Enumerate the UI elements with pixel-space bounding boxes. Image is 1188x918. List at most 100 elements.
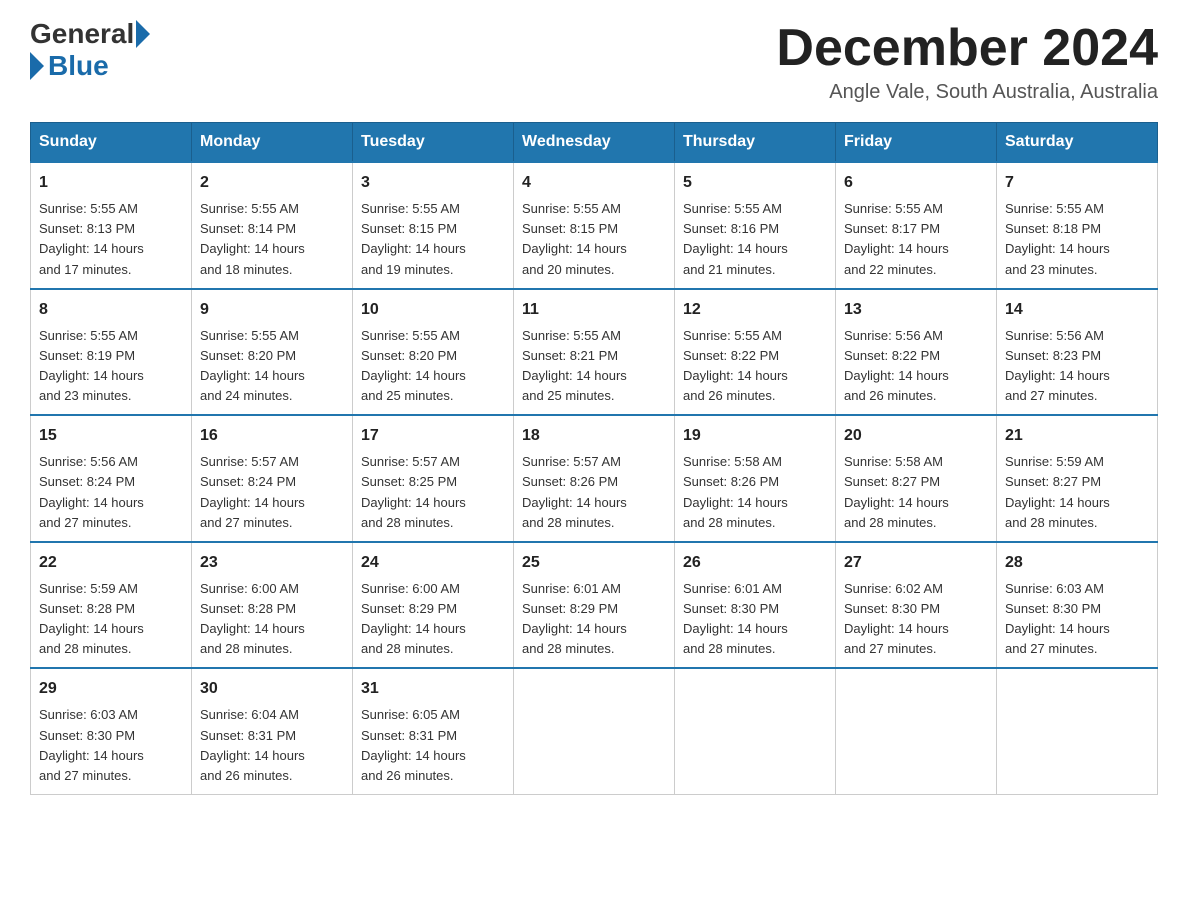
day-number: 12 [683,298,827,322]
day-cell: 30Sunrise: 6:04 AMSunset: 8:31 PMDayligh… [192,668,353,794]
title-section: December 2024 Angle Vale, South Australi… [776,20,1158,104]
day-info: Sunrise: 5:55 AMSunset: 8:17 PMDaylight:… [844,199,988,280]
page-header: General Blue December 2024 Angle Vale, S… [30,20,1158,104]
day-cell: 28 Sunrise: 6:03 AMSunset: 8:30 PMDayligh… [997,542,1158,669]
day-cell: 11 Sunrise: 5:55 AMSunset: 8:21 PMDayligh… [514,289,675,416]
day-cell: 29Sunrise: 6:03 AMSunset: 8:30 PMDayligh… [31,668,192,794]
day-number: 3 [361,171,505,195]
logo-arrow-icon [136,20,150,48]
day-cell: 22Sunrise: 5:59 AMSunset: 8:28 PMDayligh… [31,542,192,669]
day-cell: 21 Sunrise: 5:59 AMSunset: 8:27 PMDayligh… [997,415,1158,542]
day-info: Sunrise: 6:01 AMSunset: 8:29 PMDaylight:… [522,579,666,660]
day-number: 9 [200,298,344,322]
day-cell: 1Sunrise: 5:55 AMSunset: 8:13 PMDaylight… [31,162,192,289]
week-row-5: 29Sunrise: 6:03 AMSunset: 8:30 PMDayligh… [31,668,1158,794]
day-cell: 8 Sunrise: 5:55 AMSunset: 8:19 PMDaylight… [31,289,192,416]
week-row-2: 8 Sunrise: 5:55 AMSunset: 8:19 PMDaylight… [31,289,1158,416]
day-cell: 12Sunrise: 5:55 AMSunset: 8:22 PMDayligh… [675,289,836,416]
day-info: Sunrise: 5:57 AMSunset: 8:26 PMDaylight:… [522,452,666,533]
day-number: 22 [39,551,183,575]
day-number: 26 [683,551,827,575]
day-number: 28 [1005,551,1149,575]
day-number: 31 [361,677,505,701]
header-friday: Friday [836,123,997,163]
day-cell: 17Sunrise: 5:57 AMSunset: 8:25 PMDayligh… [353,415,514,542]
day-cell: 25 Sunrise: 6:01 AMSunset: 8:29 PMDayligh… [514,542,675,669]
calendar-table: SundayMondayTuesdayWednesdayThursdayFrid… [30,122,1158,795]
day-number: 8 [39,298,183,322]
day-info: Sunrise: 6:05 AMSunset: 8:31 PMDaylight:… [361,705,505,786]
logo-general: General [30,20,134,48]
header-saturday: Saturday [997,123,1158,163]
day-info: Sunrise: 5:58 AMSunset: 8:26 PMDaylight:… [683,452,827,533]
header-monday: Monday [192,123,353,163]
day-cell: 23 Sunrise: 6:00 AMSunset: 8:28 PMDayligh… [192,542,353,669]
day-number: 27 [844,551,988,575]
day-cell: 16 Sunrise: 5:57 AMSunset: 8:24 PMDayligh… [192,415,353,542]
header-sunday: Sunday [31,123,192,163]
day-cell: 24 Sunrise: 6:00 AMSunset: 8:29 PMDayligh… [353,542,514,669]
day-cell: 4 Sunrise: 5:55 AMSunset: 8:15 PMDaylight… [514,162,675,289]
day-info: Sunrise: 5:55 AMSunset: 8:15 PMDaylight:… [522,199,666,280]
day-cell: 26 Sunrise: 6:01 AMSunset: 8:30 PMDayligh… [675,542,836,669]
day-info: Sunrise: 5:55 AMSunset: 8:19 PMDaylight:… [39,326,183,407]
day-number: 20 [844,424,988,448]
day-number: 29 [39,677,183,701]
day-cell: 20Sunrise: 5:58 AMSunset: 8:27 PMDayligh… [836,415,997,542]
week-row-1: 1Sunrise: 5:55 AMSunset: 8:13 PMDaylight… [31,162,1158,289]
day-cell: 9Sunrise: 5:55 AMSunset: 8:20 PMDaylight… [192,289,353,416]
day-info: Sunrise: 5:57 AMSunset: 8:24 PMDaylight:… [200,452,344,533]
day-cell [997,668,1158,794]
day-cell [675,668,836,794]
day-number: 25 [522,551,666,575]
day-cell: 14 Sunrise: 5:56 AMSunset: 8:23 PMDayligh… [997,289,1158,416]
day-number: 21 [1005,424,1149,448]
day-cell: 18Sunrise: 5:57 AMSunset: 8:26 PMDayligh… [514,415,675,542]
logo-blue: Blue [48,50,109,82]
day-cell [836,668,997,794]
day-number: 1 [39,171,183,195]
day-cell [514,668,675,794]
day-cell: 2 Sunrise: 5:55 AMSunset: 8:14 PMDaylight… [192,162,353,289]
day-info: Sunrise: 6:00 AMSunset: 8:28 PMDaylight:… [200,579,344,660]
day-info: Sunrise: 6:03 AMSunset: 8:30 PMDaylight:… [1005,579,1149,660]
header-tuesday: Tuesday [353,123,514,163]
day-number: 14 [1005,298,1149,322]
header-thursday: Thursday [675,123,836,163]
day-info: Sunrise: 5:59 AMSunset: 8:27 PMDaylight:… [1005,452,1149,533]
day-number: 6 [844,171,988,195]
day-number: 4 [522,171,666,195]
day-number: 19 [683,424,827,448]
day-info: Sunrise: 5:55 AMSunset: 8:14 PMDaylight:… [200,199,344,280]
day-number: 15 [39,424,183,448]
day-number: 24 [361,551,505,575]
week-row-4: 22Sunrise: 5:59 AMSunset: 8:28 PMDayligh… [31,542,1158,669]
location-subtitle: Angle Vale, South Australia, Australia [776,81,1158,104]
day-info: Sunrise: 5:55 AMSunset: 8:21 PMDaylight:… [522,326,666,407]
calendar-header-row: SundayMondayTuesdayWednesdayThursdayFrid… [31,123,1158,163]
week-row-3: 15 Sunrise: 5:56 AMSunset: 8:24 PMDayligh… [31,415,1158,542]
day-cell: 27Sunrise: 6:02 AMSunset: 8:30 PMDayligh… [836,542,997,669]
day-number: 16 [200,424,344,448]
day-cell: 7 Sunrise: 5:55 AMSunset: 8:18 PMDaylight… [997,162,1158,289]
day-info: Sunrise: 5:57 AMSunset: 8:25 PMDaylight:… [361,452,505,533]
day-number: 30 [200,677,344,701]
day-cell: 13 Sunrise: 5:56 AMSunset: 8:22 PMDayligh… [836,289,997,416]
day-info: Sunrise: 5:56 AMSunset: 8:22 PMDaylight:… [844,326,988,407]
day-number: 2 [200,171,344,195]
day-info: Sunrise: 5:55 AMSunset: 8:15 PMDaylight:… [361,199,505,280]
day-number: 23 [200,551,344,575]
day-info: Sunrise: 6:00 AMSunset: 8:29 PMDaylight:… [361,579,505,660]
day-cell: 15 Sunrise: 5:56 AMSunset: 8:24 PMDayligh… [31,415,192,542]
day-info: Sunrise: 6:01 AMSunset: 8:30 PMDaylight:… [683,579,827,660]
day-info: Sunrise: 5:55 AMSunset: 8:18 PMDaylight:… [1005,199,1149,280]
day-cell: 19 Sunrise: 5:58 AMSunset: 8:26 PMDayligh… [675,415,836,542]
day-number: 7 [1005,171,1149,195]
day-info: Sunrise: 5:56 AMSunset: 8:24 PMDaylight:… [39,452,183,533]
day-number: 11 [522,298,666,322]
day-info: Sunrise: 5:55 AMSunset: 8:20 PMDaylight:… [361,326,505,407]
day-number: 13 [844,298,988,322]
day-cell: 10Sunrise: 5:55 AMSunset: 8:20 PMDayligh… [353,289,514,416]
day-cell: 5Sunrise: 5:55 AMSunset: 8:16 PMDaylight… [675,162,836,289]
day-info: Sunrise: 5:56 AMSunset: 8:23 PMDaylight:… [1005,326,1149,407]
